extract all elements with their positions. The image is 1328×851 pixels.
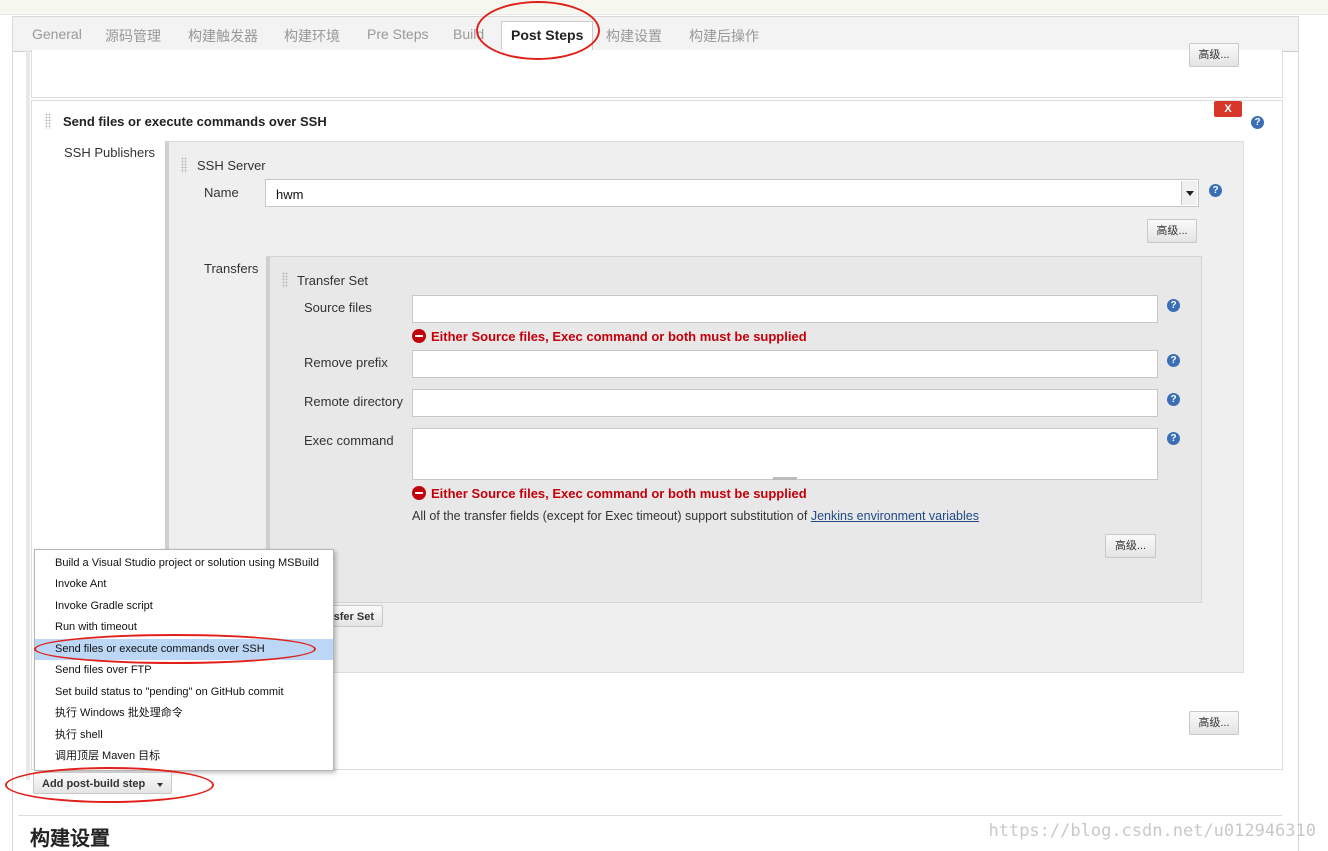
menu-item-windows-batch[interactable]: 执行 Windows 批处理命令	[35, 703, 333, 724]
ssh-step-title: Send files or execute commands over SSH	[63, 114, 327, 129]
tab-post-build-actions[interactable]: 构建后操作	[689, 26, 759, 46]
tab-build-triggers[interactable]: 构建触发器	[188, 26, 258, 46]
substitution-note: All of the transfer fields (except for E…	[412, 509, 979, 523]
tab-build-environment[interactable]: 构建环境	[284, 26, 340, 46]
previous-step-panel	[31, 50, 1283, 98]
name-label: Name	[204, 185, 239, 200]
watermark: https://blog.csdn.net/u012946310	[988, 821, 1316, 841]
menu-item-maven-targets[interactable]: 调用顶层 Maven 目标	[35, 746, 333, 767]
advanced-button-server[interactable]: 高级...	[1147, 219, 1197, 243]
remote-directory-input[interactable]	[412, 389, 1158, 417]
error-icon	[412, 329, 426, 343]
top-strip	[0, 0, 1328, 15]
source-files-error: Either Source files, Exec command or bot…	[412, 329, 807, 344]
menu-item-invoke-gradle[interactable]: Invoke Gradle script	[35, 596, 333, 617]
exec-command-error: Either Source files, Exec command or bot…	[412, 486, 807, 501]
ssh-publishers-label: SSH Publishers	[64, 145, 156, 160]
error-icon	[412, 486, 426, 500]
resize-bar[interactable]	[773, 477, 797, 480]
transfers-label: Transfers	[204, 261, 259, 276]
advanced-button-step[interactable]: 高级...	[1189, 711, 1239, 735]
tab-general[interactable]: General	[32, 26, 82, 42]
drag-handle-icon[interactable]	[282, 272, 288, 288]
exec-command-label: Exec command	[304, 433, 394, 448]
help-icon[interactable]: ?	[1167, 299, 1180, 312]
help-icon[interactable]: ?	[1251, 116, 1264, 129]
menu-item-execute-shell[interactable]: 执行 shell	[35, 725, 333, 746]
transfer-set-label: Transfer Set	[297, 273, 369, 288]
source-files-input[interactable]	[412, 295, 1158, 323]
source-files-label: Source files	[304, 300, 372, 315]
advanced-button-top[interactable]: 高级...	[1189, 43, 1239, 67]
help-icon[interactable]: ?	[1167, 432, 1180, 445]
drag-handle-icon[interactable]	[45, 113, 51, 129]
delete-step-button[interactable]: X	[1214, 101, 1242, 117]
annotation-ellipse-menu	[34, 634, 316, 664]
help-icon[interactable]: ?	[1167, 393, 1180, 406]
advanced-button-transfer[interactable]: 高级...	[1105, 534, 1156, 558]
ssh-server-select[interactable]: hwm	[265, 179, 1199, 207]
dropdown-arrow[interactable]	[1181, 181, 1197, 205]
ssh-server-value: hwm	[276, 187, 304, 202]
left-border-bar	[26, 50, 30, 780]
menu-item-github-pending[interactable]: Set build status to "pending" on GitHub …	[35, 682, 333, 703]
chevron-down-icon	[1186, 191, 1194, 196]
tab-bar: General 源码管理 构建触发器 构建环境 Pre Steps Build …	[12, 16, 1299, 52]
annotation-ellipse-button	[5, 767, 214, 803]
tab-pre-steps[interactable]: Pre Steps	[367, 26, 428, 42]
ssh-server-label: SSH Server	[197, 158, 266, 173]
exec-command-textarea[interactable]	[412, 428, 1158, 480]
drag-handle-icon[interactable]	[181, 157, 187, 173]
tab-build-settings[interactable]: 构建设置	[606, 26, 662, 46]
tab-source-management[interactable]: 源码管理	[105, 26, 161, 46]
help-icon[interactable]: ?	[1167, 354, 1180, 367]
remote-directory-label: Remote directory	[304, 394, 403, 409]
menu-item-invoke-ant[interactable]: Invoke Ant	[35, 574, 333, 595]
annotation-ellipse-tab	[476, 1, 600, 60]
section-divider	[18, 815, 1282, 816]
env-variables-link[interactable]: Jenkins environment variables	[811, 509, 979, 523]
section-heading: 构建设置	[30, 828, 110, 850]
help-icon[interactable]: ?	[1209, 184, 1222, 197]
menu-item-msbuild[interactable]: Build a Visual Studio project or solutio…	[35, 553, 333, 574]
remove-prefix-label: Remove prefix	[304, 355, 388, 370]
remove-prefix-input[interactable]	[412, 350, 1158, 378]
